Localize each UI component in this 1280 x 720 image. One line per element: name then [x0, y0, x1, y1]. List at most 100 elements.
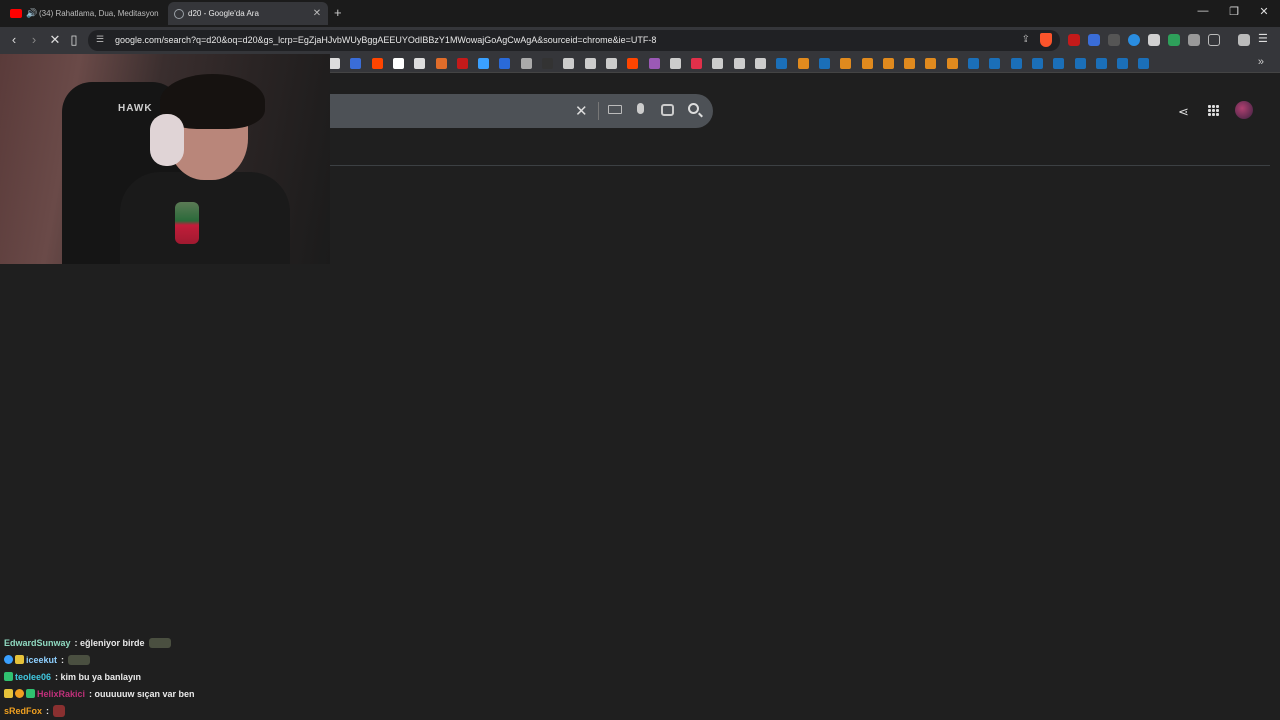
- chair-logo: HAWK: [118, 103, 153, 114]
- chat-message: EdwardSunway : eğleniyor birde: [4, 634, 334, 651]
- chat-message: teolee06 : kim bu ya banlayın: [4, 668, 334, 685]
- address-bar[interactable]: ☰ google.com/search?q=d20&oq=d20&gs_lcrp…: [88, 30, 1060, 51]
- back-button[interactable]: ‹: [6, 32, 22, 48]
- close-window-button[interactable]: ✕: [1254, 5, 1274, 18]
- bookmark-icon[interactable]: [968, 58, 979, 69]
- ublock-icon[interactable]: [1068, 34, 1080, 46]
- chat-username: EdwardSunway: [4, 637, 71, 648]
- bookmark-icon[interactable]: [393, 58, 404, 69]
- badge-icon: [4, 672, 13, 681]
- menu-icon[interactable]: ☰: [1258, 32, 1270, 45]
- title-bar: 🔊 (34) Rahatlama, Dua, Meditasyon d20 - …: [0, 0, 1280, 27]
- bookmark-icon[interactable]: [1117, 58, 1128, 69]
- brave-shield-icon[interactable]: [1040, 33, 1052, 47]
- close-tab-icon[interactable]: ✕: [310, 8, 324, 19]
- bookmark-icon[interactable]: [627, 58, 638, 69]
- account-avatar[interactable]: [1235, 101, 1253, 119]
- google-apps-icon[interactable]: [1208, 105, 1220, 117]
- bookmark-icon[interactable]: [755, 58, 766, 69]
- extension-icon[interactable]: [1108, 34, 1120, 46]
- bookmark-icon[interactable]: [1053, 58, 1064, 69]
- bookmark-icon[interactable]: [712, 58, 723, 69]
- speaker-icon[interactable]: 🔊: [26, 9, 37, 18]
- extension-icon[interactable]: [1128, 34, 1140, 46]
- bookmark-icon[interactable]: [563, 58, 574, 69]
- browser-toolbar: ‹ › ✕ ▯ ☰ google.com/search?q=d20&oq=d20…: [0, 27, 1280, 54]
- streamer-body: [120, 172, 290, 264]
- clear-icon[interactable]: ✕: [575, 102, 588, 120]
- bookmark-icon[interactable]: [1032, 58, 1043, 69]
- bookmark-icon[interactable]: [542, 58, 553, 69]
- bookmark-icon[interactable]: [436, 58, 447, 69]
- bookmark-icon[interactable]: [1011, 58, 1022, 69]
- emote-icon: [148, 637, 171, 648]
- bookmark-icon[interactable]: [1138, 58, 1149, 69]
- search-icon[interactable]: [688, 103, 699, 114]
- bookmark-icon[interactable]: [925, 58, 936, 69]
- bookmark-icon[interactable]: [734, 58, 745, 69]
- forward-button[interactable]: ›: [26, 32, 42, 48]
- bookmark-icon[interactable]: [947, 58, 958, 69]
- badge-icon: [4, 689, 13, 698]
- extension-icon[interactable]: [1168, 34, 1180, 46]
- bookmark-icon[interactable]: [606, 58, 617, 69]
- bookmark-icon[interactable]: [989, 58, 1000, 69]
- bookmark-icon[interactable]: [1096, 58, 1107, 69]
- bookmark-icon[interactable]: [862, 58, 873, 69]
- bookmark-icon[interactable]: [798, 58, 809, 69]
- minimize-button[interactable]: —: [1193, 5, 1213, 17]
- chat-message: sRedFox :: [4, 702, 334, 719]
- sidebar-icon[interactable]: [1208, 34, 1220, 46]
- keyboard-icon[interactable]: [608, 105, 622, 114]
- emote-icon: [68, 654, 91, 665]
- bookmark-icon[interactable]: [691, 58, 702, 69]
- bookmark-icon[interactable]: [883, 58, 894, 69]
- bookmark-icon[interactable]: [840, 58, 851, 69]
- chat-text: : ouuuuuw sıçan var ben: [89, 688, 195, 699]
- bookmark-icon[interactable]: [372, 58, 383, 69]
- bookmark-icon[interactable]: [478, 58, 489, 69]
- chat-overlay: EdwardSunway : eğleniyor birde iceekut :…: [4, 634, 334, 719]
- share-icon[interactable]: ⋖: [1178, 104, 1189, 120]
- chat-message: iceekut :: [4, 651, 334, 668]
- chat-text: :: [46, 705, 50, 716]
- microphone-icon[interactable]: [637, 103, 644, 114]
- extension-icon[interactable]: [1088, 34, 1100, 46]
- url-text[interactable]: google.com/search?q=d20&oq=d20&gs_lcrp=E…: [115, 35, 656, 45]
- bookmark-icon[interactable]: [521, 58, 532, 69]
- bookmark-icon[interactable]: [457, 58, 468, 69]
- chat-username: sRedFox: [4, 705, 43, 716]
- bookmark-icon[interactable]: [904, 58, 915, 69]
- tab-google-search[interactable]: d20 - Google'da Ara ✕: [168, 2, 328, 25]
- bookmark-icon[interactable]: [329, 58, 340, 69]
- bookmark-icon[interactable]: [776, 58, 787, 69]
- new-tab-button[interactable]: +: [334, 5, 342, 20]
- bookmark-icon[interactable]: [499, 58, 510, 69]
- youtube-icon: [10, 9, 22, 18]
- stop-loading-button[interactable]: ✕: [47, 32, 63, 48]
- bookmark-icon[interactable]: [414, 58, 425, 69]
- bookmark-icon[interactable]: [585, 58, 596, 69]
- search-box[interactable]: ✕: [290, 94, 713, 128]
- share-icon[interactable]: ⇪: [1022, 34, 1030, 45]
- chat-text: : kim bu ya banlayın: [55, 671, 142, 682]
- media-control-icon[interactable]: [1238, 34, 1250, 46]
- site-info-icon[interactable]: ☰: [96, 34, 104, 45]
- restore-button[interactable]: ❐: [1224, 5, 1244, 18]
- webcam-overlay: HAWK: [0, 54, 330, 264]
- camera-search-icon[interactable]: [661, 104, 674, 116]
- tabs-divider: [330, 165, 1270, 166]
- bookmark-icon[interactable]: ▯: [66, 32, 82, 48]
- bookmark-icon[interactable]: [649, 58, 660, 69]
- badge-icon: [4, 655, 13, 664]
- bookmark-icon[interactable]: [670, 58, 681, 69]
- more-bookmarks-icon[interactable]: »: [1258, 56, 1264, 68]
- bookmark-icon[interactable]: [1075, 58, 1086, 69]
- extension-icon[interactable]: [1148, 34, 1160, 46]
- tab-title: (34) Rahatlama, Dua, Meditasyon: [39, 9, 159, 18]
- extensions-puzzle-icon[interactable]: [1188, 34, 1200, 46]
- chat-text: :: [61, 654, 65, 665]
- bookmark-icon[interactable]: [350, 58, 361, 69]
- bookmark-icon[interactable]: [819, 58, 830, 69]
- tab-meditation[interactable]: 🔊 (34) Rahatlama, Dua, Meditasyon: [4, 2, 164, 25]
